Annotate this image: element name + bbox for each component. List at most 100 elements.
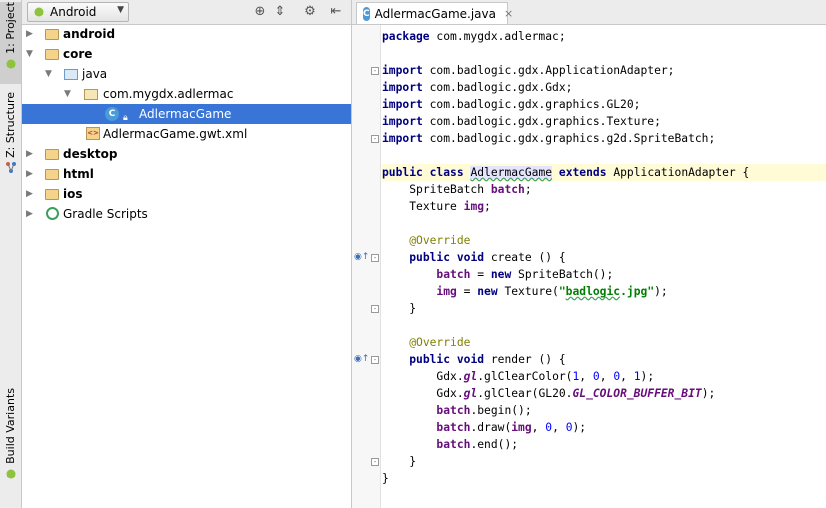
code-line: img = new Texture("badlogic.jpg"); xyxy=(436,285,668,298)
code-line: Gdx.gl.glClear(GL20.GL_COLOR_BUFFER_BIT)… xyxy=(436,387,716,400)
code-text: } xyxy=(382,472,389,485)
annotation: @Override xyxy=(409,234,471,247)
keyword: public xyxy=(382,166,423,179)
expand-arrow-icon[interactable]: ▶ xyxy=(26,184,36,204)
keyword: class xyxy=(429,166,464,179)
editor-gutter: - - ◉↑ - - ◉↑ - - xyxy=(352,25,381,508)
gradle-icon xyxy=(46,207,59,220)
view-selector-dropdown[interactable]: Android ▼ xyxy=(27,2,129,22)
code-text: create () { xyxy=(484,251,566,264)
field-name: img xyxy=(511,421,532,434)
close-icon[interactable]: × xyxy=(504,7,513,20)
code-text: com.badlogic.gdx.graphics.Texture; xyxy=(429,115,661,128)
code-line: import com.badlogic.gdx.graphics.GL20; xyxy=(382,96,826,113)
code-line: } xyxy=(382,300,826,317)
fold-marker-icon[interactable]: - xyxy=(371,305,379,313)
module-folder-icon xyxy=(45,189,59,200)
fold-marker-icon[interactable]: - xyxy=(371,458,379,466)
tree-item-adlermacgame[interactable]: C 🔒︎ AdlermacGame xyxy=(22,104,351,124)
gear-icon[interactable]: ⚙ xyxy=(302,4,318,20)
number-literal: 0 xyxy=(545,421,553,434)
keyword: void xyxy=(456,353,485,366)
tree-item-label: html xyxy=(63,167,94,181)
keyword: public xyxy=(409,251,451,264)
collapse-arrow-icon[interactable]: ▼ xyxy=(26,44,36,64)
code-text: SpriteBatch(); xyxy=(511,268,614,281)
tree-item-label: AdlermacGame xyxy=(139,107,232,121)
field-name: batch xyxy=(436,404,471,417)
tree-item-java[interactable]: ▼ java xyxy=(22,64,351,84)
structure-tool-tab-label: Z: Structure xyxy=(4,92,17,158)
module-folder-icon xyxy=(45,29,59,40)
collapse-arrow-icon[interactable]: ▼ xyxy=(45,64,55,84)
code-line: SpriteBatch batch; xyxy=(409,183,532,196)
number-literal: 0 xyxy=(592,370,600,383)
field-name: batch xyxy=(436,268,471,281)
editor-tab-adlermacgame[interactable]: C AdlermacGame.java × xyxy=(356,2,513,24)
code-line: import com.badlogic.gdx.ApplicationAdapt… xyxy=(382,62,826,79)
tree-item-label: java xyxy=(82,67,108,81)
code-line: import com.badlogic.gdx.graphics.Texture… xyxy=(382,113,826,130)
tree-item-html[interactable]: ▶ html xyxy=(22,164,351,184)
tree-item-package[interactable]: ▼ com.mygdx.adlermac xyxy=(22,84,351,104)
class-name: AdlermacGame xyxy=(470,166,553,179)
fold-marker-icon[interactable]: - xyxy=(371,356,379,364)
structure-tool-tab[interactable]: Z: Structure xyxy=(0,92,21,174)
tree-item-core[interactable]: ▼ core xyxy=(22,44,351,64)
package-icon xyxy=(84,89,98,100)
code-text: com.mygdx.adlermac; xyxy=(429,30,566,43)
tree-item-android[interactable]: ▶ android xyxy=(22,24,351,44)
fold-marker-icon[interactable]: - xyxy=(371,67,379,75)
editor-tab-label: AdlermacGame.java xyxy=(374,6,496,21)
keyword: import xyxy=(382,132,423,145)
override-marker-icon[interactable]: ◉↑ xyxy=(354,252,369,262)
expand-arrow-icon[interactable]: ▶ xyxy=(26,204,36,224)
code-text: SpriteBatch xyxy=(409,183,491,196)
field-name: batch xyxy=(436,421,471,434)
expand-arrow-icon[interactable]: ▶ xyxy=(26,164,36,184)
code-text: com.badlogic.gdx.graphics.g2d.SpriteBatc… xyxy=(429,132,716,145)
override-marker-icon[interactable]: ◉↑ xyxy=(354,354,369,364)
string-literal: .jpg xyxy=(620,285,648,298)
keyword: package xyxy=(382,30,430,43)
number-literal: 1 xyxy=(572,370,580,383)
tree-item-label: com.mygdx.adlermac xyxy=(103,87,234,101)
tree-item-gwt-xml[interactable]: <> AdlermacGame.gwt.xml xyxy=(22,124,351,144)
code-line: @Override xyxy=(382,232,826,249)
tree-item-label: android xyxy=(63,27,116,41)
field-name: batch xyxy=(490,183,525,196)
tree-item-gradle-scripts[interactable]: ▶ Gradle Scripts xyxy=(22,204,351,224)
keyword: new xyxy=(490,268,512,281)
project-tool-tab[interactable]: 1: Project xyxy=(0,2,21,84)
code-text: render () { xyxy=(484,353,566,366)
tool-window-strip: 1: Project Z: Structure Build Variants xyxy=(0,0,22,508)
code-line: batch.draw(img, 0, 0); xyxy=(436,421,587,434)
fold-marker-icon[interactable]: - xyxy=(371,135,379,143)
code-line: public void render () { xyxy=(382,351,826,368)
code-line: Gdx.gl.glClearColor(1, 0, 0, 1); xyxy=(436,370,655,383)
tree-item-label: AdlermacGame.gwt.xml xyxy=(103,127,248,141)
field-name: batch xyxy=(436,438,471,451)
expand-arrow-icon[interactable]: ▶ xyxy=(26,24,36,44)
tree-item-label: Gradle Scripts xyxy=(63,207,148,221)
class-icon: C xyxy=(105,107,119,121)
code-line: batch = new SpriteBatch(); xyxy=(436,268,614,281)
expand-arrow-icon[interactable]: ▶ xyxy=(26,144,36,164)
build-variants-tool-tab[interactable]: Build Variants xyxy=(0,388,21,484)
build-variants-tool-tab-label: Build Variants xyxy=(4,388,17,464)
fold-marker-icon[interactable]: - xyxy=(371,254,379,262)
hide-panel-icon[interactable]: ⇤ xyxy=(328,4,344,20)
module-folder-icon xyxy=(45,149,59,160)
collapse-arrow-icon[interactable]: ▼ xyxy=(64,84,74,104)
chevron-down-icon: ▼ xyxy=(117,5,124,15)
code-text: .glClear(GL20. xyxy=(477,387,573,400)
collapse-all-icon[interactable]: ⇕ xyxy=(272,4,288,20)
code-line: import com.badlogic.gdx.Gdx; xyxy=(382,79,826,96)
field-name: img xyxy=(463,200,485,213)
number-literal: 0 xyxy=(565,421,573,434)
scroll-from-source-icon[interactable]: ⊕ xyxy=(252,4,268,20)
code-text: ApplicationAdapter { xyxy=(613,166,750,179)
tree-item-desktop[interactable]: ▶ desktop xyxy=(22,144,351,164)
tree-item-ios[interactable]: ▶ ios xyxy=(22,184,351,204)
code-text: Texture xyxy=(409,200,464,213)
